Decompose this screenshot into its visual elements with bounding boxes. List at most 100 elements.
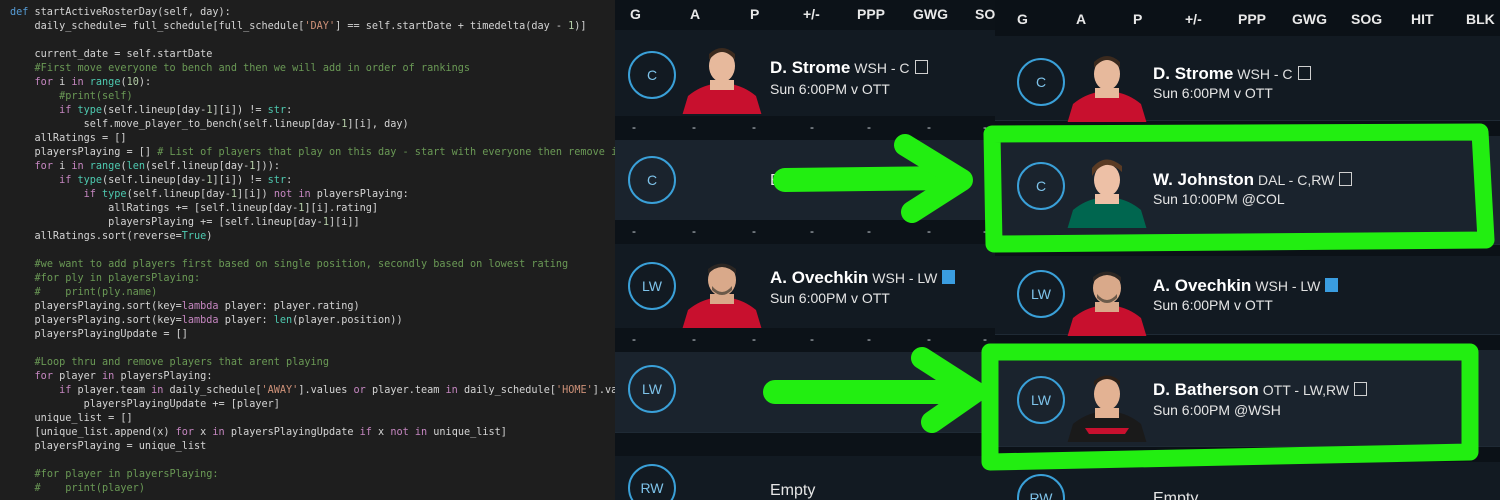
code-line[interactable]: #for player in playersPlaying:: [10, 468, 219, 482]
code-line[interactable]: # print(player): [10, 482, 145, 496]
roster-slot-rw1[interactable]: RW Empty: [995, 462, 1500, 500]
game-info: Sun 6:00PM v OTT: [1153, 85, 1273, 101]
player-name-link[interactable]: A. Ovechkin WSH - LW: [1153, 276, 1339, 296]
game-info: Sun 6:00PM @WSH: [1153, 402, 1281, 418]
player-note-icon[interactable]: [1354, 382, 1368, 396]
code-line[interactable]: allRatings = []: [10, 132, 127, 146]
game-info: Sun 6:00PM v OTT: [770, 81, 890, 97]
team-position: OTT - LW,RW: [1262, 382, 1350, 398]
code-line[interactable]: [unique_list.append(x) for x in playersP…: [10, 426, 507, 440]
player-headshot: [1065, 262, 1149, 336]
code-line[interactable]: if type(self.lineup[day-1][i]) != str:: [10, 104, 292, 118]
empty-slot-label: E: [770, 380, 781, 397]
code-line[interactable]: playersPlaying += [self.lineup[day-1][i]…: [10, 216, 360, 230]
stat-header-gwg: GWG: [913, 6, 948, 22]
player-headshot: [1065, 48, 1149, 122]
player-note-icon[interactable]: [914, 60, 928, 74]
position-badge[interactable]: LW: [1017, 376, 1065, 424]
code-line[interactable]: if player.team in daily_schedule['AWAY']…: [10, 384, 615, 398]
team-position: DAL - C,RW: [1258, 172, 1335, 188]
stat-header-sog: SOG: [1351, 11, 1383, 27]
stat-header-plusminus: +/-: [803, 6, 820, 22]
code-line[interactable]: if type(self.lineup[day-1][i]) != str:: [10, 174, 292, 188]
team-position: WSH - LW: [1255, 278, 1321, 294]
position-badge[interactable]: LW: [628, 365, 676, 413]
roster-slot-lw2[interactable]: LW D. Batherson OTT - LW,RW Sun 6:00PM @W…: [995, 350, 1500, 447]
empty-slot-label: Empty: [1153, 490, 1199, 500]
stats-header: G A P +/- PPP GWG SOG HIT BLK: [995, 0, 1500, 36]
stat-header-a: A: [1076, 11, 1087, 27]
stat-header-g: G: [630, 6, 641, 22]
code-line[interactable]: # print(ply.name): [10, 286, 158, 300]
position-badge[interactable]: LW: [1017, 270, 1065, 318]
code-editor: def startActiveRosterDay(self, day): dai…: [0, 0, 615, 500]
roster-slot-lw2[interactable]: LW E: [615, 352, 995, 433]
stat-header-g: G: [1017, 11, 1028, 27]
empty-slot-label: E: [770, 172, 781, 189]
code-line[interactable]: allRatings += [self.lineup[day-1][i].rat…: [10, 202, 378, 216]
stat-header-p: P: [1133, 11, 1143, 27]
position-badge[interactable]: RW: [628, 464, 676, 500]
position-badge[interactable]: LW: [628, 262, 676, 310]
code-line[interactable]: playersPlayingUpdate = []: [10, 328, 188, 342]
player-headshot: [1065, 368, 1149, 442]
empty-slot-label: Empty: [770, 482, 816, 499]
stat-header-blk: BLK: [1466, 11, 1495, 27]
code-line[interactable]: for i in range(10):: [10, 76, 152, 90]
code-line[interactable]: allRatings.sort(reverse=True): [10, 230, 213, 244]
team-position: WSH - C: [854, 60, 910, 76]
player-note-icon[interactable]: [1325, 278, 1339, 292]
position-badge[interactable]: C: [628, 156, 676, 204]
stat-header-gwg: GWG: [1292, 11, 1327, 27]
code-line[interactable]: unique_list = []: [10, 412, 133, 426]
player-note-icon[interactable]: [1339, 172, 1353, 186]
code-line[interactable]: playersPlayingUpdate += [player]: [10, 398, 280, 412]
roster-slot-lw1[interactable]: LW A. Ovechkin WSH - LW Sun 6:00PM v OTT: [995, 256, 1500, 336]
code-line[interactable]: if type(self.lineup[day-1][i]) not in pl…: [10, 188, 409, 202]
team-position: WSH - LW: [872, 270, 938, 286]
stat-header-so: SO: [975, 6, 995, 22]
game-info: Sun 6:00PM v OTT: [1153, 297, 1273, 313]
code-line[interactable]: for i in range(len(self.lineup[day-1])):: [10, 160, 280, 174]
player-name-link[interactable]: A. Ovechkin WSH - LW: [770, 268, 956, 288]
code-line[interactable]: playersPlaying.sort(key=lambda player: p…: [10, 300, 360, 314]
code-line[interactable]: #for ply in playersPlaying:: [10, 272, 201, 286]
player-name-link[interactable]: D. Strome WSH - C: [770, 58, 928, 78]
player-note-icon[interactable]: [942, 270, 956, 284]
stat-header-ppp: PPP: [1238, 11, 1267, 27]
code-line[interactable]: self.move_player_to_bench(self.lineup[da…: [10, 118, 409, 132]
position-badge[interactable]: RW: [1017, 474, 1065, 500]
roster-slot-lw1[interactable]: LW A. Ovechkin WSH - LW Sun 6:00PM v OTT: [615, 244, 995, 329]
roster-slot-c1[interactable]: C D. Strome WSH - C Sun 6:00PM v OTT: [995, 36, 1500, 122]
team-position: WSH - C: [1237, 66, 1293, 82]
position-badge[interactable]: C: [628, 51, 676, 99]
code-line[interactable]: #we want to add players first based on s…: [10, 258, 569, 272]
code-line[interactable]: def startActiveRosterDay(self, day):: [10, 6, 231, 20]
code-line[interactable]: playersPlaying.sort(key=lambda player: l…: [10, 314, 403, 328]
player-note-icon[interactable]: [1297, 66, 1311, 80]
game-info: Sun 6:00PM v OTT: [770, 290, 890, 306]
player-headshot: [1065, 154, 1149, 228]
roster-slot-c2[interactable]: C E: [615, 140, 995, 221]
code-line[interactable]: daily_schedule= full_schedule[full_sched…: [10, 20, 587, 34]
stat-header-a: A: [690, 6, 701, 22]
code-line[interactable]: current_date = self.startDate: [10, 48, 213, 62]
player-name-link[interactable]: D. Batherson OTT - LW,RW: [1153, 380, 1368, 400]
roster-slot-c1[interactable]: C D. Strome WSH - C Sun 6:00PM v OTT: [615, 30, 995, 117]
roster-before-panel: G A P +/- PPP GWG SO C D. Strome WSH - C …: [615, 0, 995, 500]
code-line[interactable]: #First move everyone to bench and then w…: [10, 62, 470, 76]
code-line[interactable]: playersPlaying = [] # List of players th…: [10, 146, 615, 160]
position-badge[interactable]: C: [1017, 58, 1065, 106]
roster-slot-c2[interactable]: C W. Johnston DAL - C,RW Sun 10:00PM @COL: [995, 136, 1500, 245]
player-name-link[interactable]: W. Johnston DAL - C,RW: [1153, 170, 1353, 190]
position-badge[interactable]: C: [1017, 162, 1065, 210]
roster-slot-rw1[interactable]: RW Empty: [615, 456, 995, 500]
stat-values-row: - - - - - - -: [615, 220, 995, 244]
code-line[interactable]: for player in playersPlaying:: [10, 370, 213, 384]
code-line[interactable]: #Loop thru and remove players that arent…: [10, 356, 329, 370]
code-line[interactable]: #print(self): [10, 90, 133, 104]
stat-header-ppp: PPP: [857, 6, 886, 22]
player-headshot: [680, 254, 764, 328]
player-name-link[interactable]: D. Strome WSH - C: [1153, 64, 1311, 84]
code-line[interactable]: playersPlaying = unique_list: [10, 440, 207, 454]
